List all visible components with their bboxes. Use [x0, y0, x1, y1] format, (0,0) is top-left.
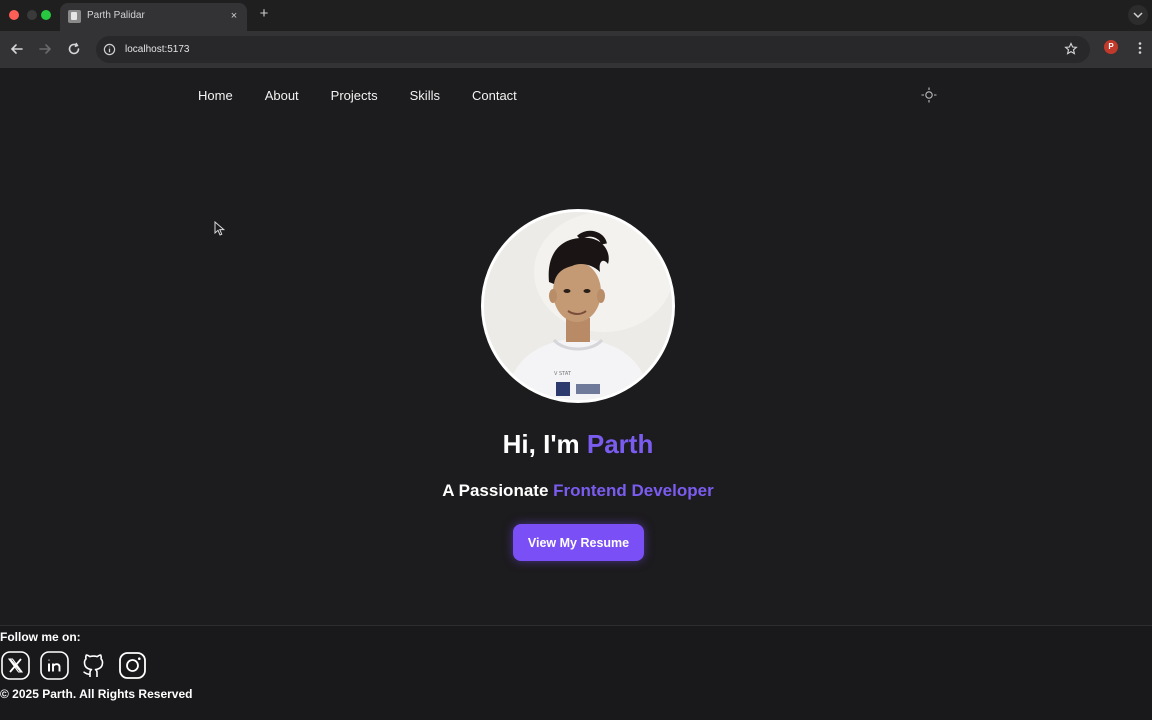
hero-name: Parth [586, 429, 654, 459]
page-footer: Follow me on: © 2025 Parth. All Rights R… [0, 625, 1152, 720]
window-minimize-button[interactable] [27, 10, 37, 20]
reload-icon[interactable] [66, 41, 82, 57]
greeting-prefix: Hi, I'm [502, 429, 587, 459]
hero-tagline: A Passionate Frontend Developer [0, 481, 1152, 501]
nav-about[interactable]: About [265, 88, 299, 103]
nav-skills[interactable]: Skills [410, 88, 440, 103]
linkedin-icon[interactable] [40, 651, 69, 680]
forward-arrow-icon[interactable] [37, 41, 53, 57]
back-arrow-icon[interactable] [9, 41, 25, 57]
tab-favicon-icon [68, 10, 81, 23]
bookmark-star-icon[interactable] [1064, 42, 1078, 56]
social-links [1, 651, 147, 680]
follow-label: Follow me on: [0, 630, 81, 644]
tab-title: Parth Palidar [87, 10, 145, 21]
instagram-icon[interactable] [118, 651, 147, 680]
nav-home[interactable]: Home [198, 88, 233, 103]
window-close-button[interactable] [9, 10, 19, 20]
hero-greeting: Hi, I'm Parth [0, 429, 1152, 460]
profile-photo: V STAT [481, 209, 675, 403]
tab-search-button[interactable] [1128, 5, 1148, 25]
browser-tab[interactable]: Parth Palidar × [60, 3, 247, 31]
hero-role: Frontend Developer [553, 481, 714, 500]
x-twitter-icon[interactable] [1, 651, 30, 680]
chevron-down-icon [1133, 12, 1143, 19]
tab-close-icon[interactable]: × [227, 9, 241, 23]
window-maximize-button[interactable] [41, 10, 51, 20]
copyright-text: © 2025 Parth. All Rights Reserved [0, 687, 193, 701]
nav-projects[interactable]: Projects [331, 88, 378, 103]
nav-contact[interactable]: Contact [472, 88, 517, 103]
address-bar[interactable]: localhost:5173 [96, 36, 1090, 63]
profile-avatar[interactable]: P [1104, 40, 1118, 54]
browser-tab-bar: Parth Palidar × + [0, 0, 1152, 31]
svg-text:V STAT: V STAT [554, 371, 572, 377]
tagline-prefix: A Passionate [442, 481, 554, 500]
site-info-icon[interactable] [103, 43, 116, 56]
page-viewport: Home About Projects Skills Contact V STA… [0, 68, 1152, 720]
new-tab-button[interactable]: + [256, 6, 272, 22]
main-nav: Home About Projects Skills Contact [198, 88, 549, 103]
view-resume-button[interactable]: View My Resume [513, 524, 644, 561]
address-bar-url[interactable]: localhost:5173 [125, 44, 190, 55]
mouse-cursor-icon [214, 221, 226, 236]
browser-toolbar: localhost:5173 [0, 31, 1152, 68]
github-icon[interactable] [79, 651, 108, 680]
person-portrait-icon: V STAT [484, 212, 672, 400]
sun-icon[interactable] [920, 86, 938, 104]
more-options-icon[interactable] [1134, 41, 1146, 55]
